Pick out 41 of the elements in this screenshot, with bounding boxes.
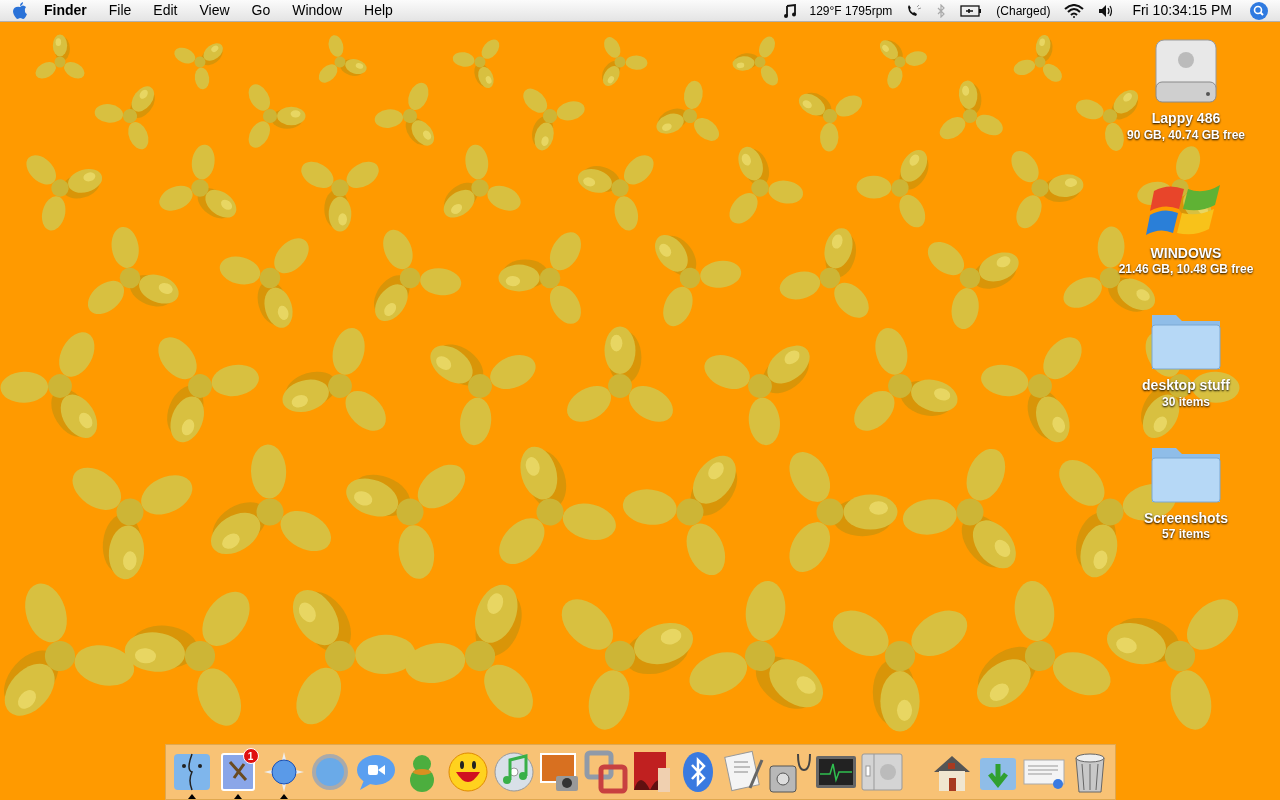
blob-shape xyxy=(523,88,585,151)
wifi-icon[interactable] xyxy=(1064,3,1085,18)
switch-panel-icon[interactable] xyxy=(859,750,904,794)
speaker-icon[interactable] xyxy=(1098,3,1115,18)
blob-shape xyxy=(798,92,863,152)
notification-badge: 1 xyxy=(242,748,259,764)
icon-info: 21.46 GB, 10.48 GB free xyxy=(1118,262,1254,277)
blob-shape xyxy=(1013,34,1062,82)
blob-shape xyxy=(1075,90,1139,151)
music-note-icon[interactable] xyxy=(783,3,796,18)
search-icon[interactable] xyxy=(1250,1,1268,20)
blob-shape xyxy=(248,84,306,148)
blob-shape xyxy=(452,39,500,88)
menu-item[interactable]: Edit xyxy=(153,0,178,21)
blob-shape xyxy=(602,37,648,87)
status-text[interactable]: 129°F 1795rpm xyxy=(809,1,893,20)
menu-item[interactable]: View xyxy=(199,0,230,21)
blob-shape xyxy=(318,35,367,83)
battery-plug-icon[interactable] xyxy=(960,4,983,17)
blob-shape xyxy=(174,43,223,90)
icon-info: 90 GB, 40.74 GB free xyxy=(1126,127,1246,143)
document-pen-icon[interactable] xyxy=(721,750,766,794)
icon-info: 30 items xyxy=(1162,394,1210,410)
menu-clock[interactable]: Fri 10:34:15 PM xyxy=(1132,0,1232,21)
icon-info: 57 items xyxy=(1162,527,1210,542)
blob-shape xyxy=(732,36,779,86)
blob-shape xyxy=(656,80,719,141)
menu-item[interactable]: File xyxy=(108,0,132,21)
blob-shape xyxy=(879,40,927,89)
blob-shape xyxy=(35,34,85,79)
menu-item[interactable]: Finder xyxy=(44,0,87,21)
menu-item[interactable]: Go xyxy=(251,0,271,21)
smiley-icon[interactable] xyxy=(445,750,490,794)
blob-shape xyxy=(94,86,155,150)
menu-item[interactable]: Window xyxy=(292,0,343,21)
menu-item[interactable]: Help xyxy=(364,0,393,21)
apple-logo-icon[interactable] xyxy=(12,1,28,20)
blob-shape xyxy=(939,80,1003,140)
status-text[interactable]: (Charged) xyxy=(996,1,1051,20)
phone-icon[interactable] xyxy=(906,3,923,18)
blob-shape xyxy=(374,82,435,146)
